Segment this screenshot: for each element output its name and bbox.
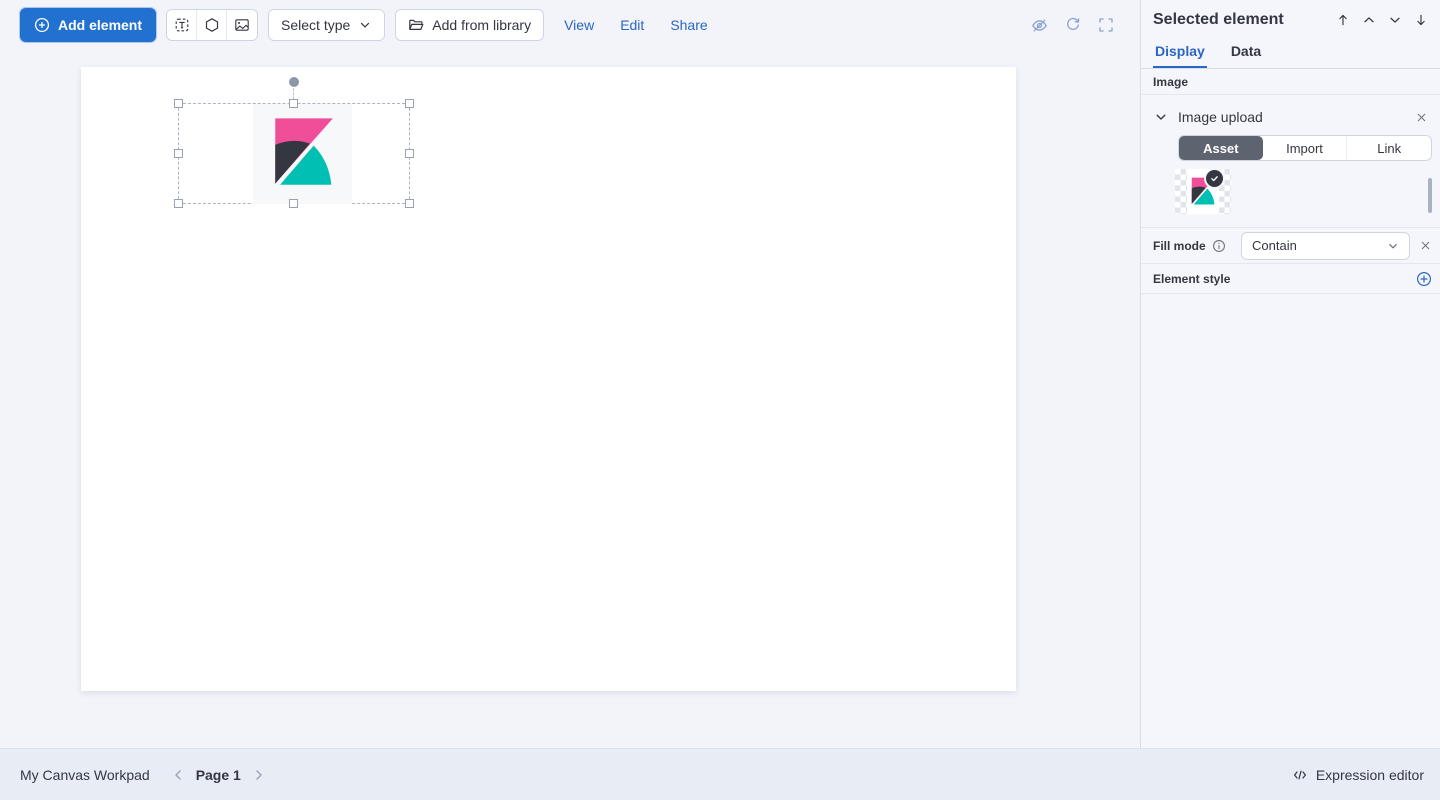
expression-editor-label: Expression editor <box>1316 767 1424 783</box>
selected-check-icon <box>1206 170 1223 187</box>
asset-thumbnails <box>1175 169 1432 214</box>
add-from-library-label: Add from library <box>432 17 531 33</box>
expression-editor-toggle[interactable]: Expression editor <box>1292 767 1424 783</box>
bring-forward-icon[interactable] <box>1362 13 1376 27</box>
text-element-button[interactable] <box>167 10 197 40</box>
fill-mode-label: Fill mode <box>1153 239 1206 253</box>
resize-handle-ne[interactable] <box>405 99 414 108</box>
fill-mode-select[interactable]: Contain <box>1241 232 1410 260</box>
source-tab-asset[interactable]: Asset <box>1179 136 1263 160</box>
page-navigation: Page 1 <box>170 767 267 783</box>
fill-mode-row: Fill mode Contain <box>1141 227 1440 264</box>
resize-handle-n[interactable] <box>289 99 298 108</box>
image-upload-body: Asset Import Link <box>1141 135 1440 214</box>
select-type-dropdown[interactable]: Select type <box>268 9 385 41</box>
resize-handle-se[interactable] <box>405 199 414 208</box>
add-element-button[interactable]: Add element <box>20 8 156 42</box>
image-source-button-group: Asset Import Link <box>1178 135 1432 161</box>
sidebar-header: Selected element <box>1141 0 1440 36</box>
image-section-header: Image <box>1141 69 1440 95</box>
remove-image-upload-icon[interactable] <box>1415 111 1428 124</box>
info-icon[interactable] <box>1212 239 1226 253</box>
source-tab-import[interactable]: Import <box>1263 136 1347 160</box>
send-to-back-icon[interactable] <box>1414 13 1428 27</box>
source-tab-link[interactable]: Link <box>1346 136 1431 160</box>
sidebar-scrollbar-thumb[interactable] <box>1428 178 1432 213</box>
workpad-name[interactable]: My Canvas Workpad <box>20 767 150 783</box>
asset-thumbnail-selected[interactable] <box>1175 169 1231 214</box>
hexagon-shape-icon <box>204 17 220 33</box>
refresh-icon[interactable] <box>1065 17 1081 33</box>
previous-page-icon[interactable] <box>170 767 186 783</box>
view-link[interactable]: View <box>564 17 594 33</box>
code-icon <box>1292 767 1308 783</box>
resize-handle-w[interactable] <box>174 149 183 158</box>
hide-editing-controls-icon[interactable] <box>1031 17 1048 34</box>
workpad-footer: My Canvas Workpad Page 1 Expression edit… <box>0 748 1440 800</box>
resize-handle-sw[interactable] <box>174 199 183 208</box>
top-toolbar: Add element <box>0 0 1140 50</box>
tab-data[interactable]: Data <box>1229 38 1263 68</box>
rotate-handle[interactable] <box>289 77 299 87</box>
remove-fill-mode-icon[interactable] <box>1419 239 1432 252</box>
canvas-workspace[interactable] <box>0 50 1140 748</box>
resize-handle-s[interactable] <box>289 199 298 208</box>
send-backward-icon[interactable] <box>1388 13 1402 27</box>
view-controls <box>1031 17 1126 34</box>
resize-handle-nw[interactable] <box>174 99 183 108</box>
image-element-button[interactable] <box>227 10 257 40</box>
workpad-nav-links: View Edit Share <box>564 17 708 33</box>
selected-image-element[interactable] <box>178 103 410 204</box>
folder-open-icon <box>408 17 424 33</box>
resize-handle-e[interactable] <box>405 149 414 158</box>
fullscreen-icon[interactable] <box>1098 17 1114 33</box>
image-icon <box>234 17 250 33</box>
select-type-label: Select type <box>281 17 350 33</box>
shape-element-button[interactable] <box>197 10 227 40</box>
sidebar-title: Selected element <box>1153 11 1284 29</box>
select-chevron-down-icon <box>1386 239 1400 253</box>
bring-to-front-icon[interactable] <box>1336 13 1350 27</box>
share-link[interactable]: Share <box>670 17 707 33</box>
quick-create-group <box>166 9 258 41</box>
layer-order-controls <box>1336 13 1428 27</box>
workpad-page[interactable] <box>81 67 1016 691</box>
text-tool-icon <box>174 17 190 33</box>
selected-element-sidebar: Selected element <box>1140 0 1440 748</box>
plus-circle-icon <box>34 17 50 33</box>
page-label[interactable]: Page 1 <box>196 767 241 783</box>
chevron-down-icon <box>358 18 372 32</box>
edit-link[interactable]: Edit <box>620 17 644 33</box>
sidebar-tabs: Display Data <box>1141 38 1440 69</box>
image-upload-accordion[interactable]: Image upload <box>1141 95 1440 135</box>
element-style-row: Element style <box>1141 264 1440 294</box>
element-style-label: Element style <box>1153 272 1230 286</box>
kibana-logo-image[interactable] <box>253 104 352 204</box>
add-from-library-button[interactable]: Add from library <box>395 9 544 41</box>
image-upload-label: Image upload <box>1178 109 1263 125</box>
next-page-icon[interactable] <box>251 767 267 783</box>
tab-display[interactable]: Display <box>1153 38 1207 68</box>
kibana-logo-graphic <box>266 117 340 191</box>
fill-mode-value: Contain <box>1252 238 1297 253</box>
add-element-label: Add element <box>58 17 142 33</box>
accordion-chevron-down-icon[interactable] <box>1153 109 1169 125</box>
add-style-icon[interactable] <box>1416 271 1432 287</box>
